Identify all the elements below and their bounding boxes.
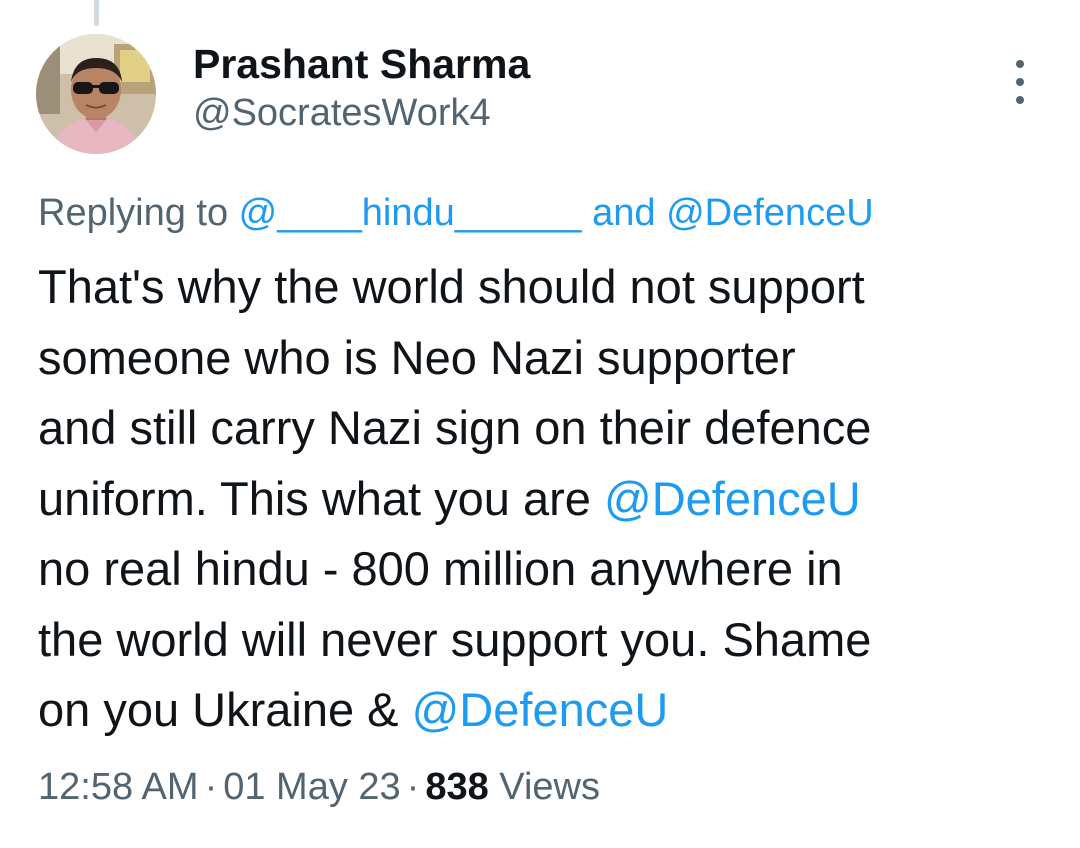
avatar-photo — [36, 34, 156, 154]
replying-to-label: Replying to — [38, 192, 239, 234]
views-count: 838 — [425, 766, 489, 808]
avatar[interactable] — [36, 34, 156, 154]
reply-joiner: and — [581, 192, 667, 234]
reply-mention-hindu[interactable]: @____hindu______ — [239, 192, 582, 234]
tweet-date[interactable]: 01 May 23 — [223, 766, 400, 808]
meta-separator: · — [204, 766, 218, 808]
tweet-mention-defenceu-2[interactable]: @DefenceU — [412, 683, 669, 736]
more-vertical-icon — [1016, 60, 1024, 68]
tweet-text: That's why the world should not support … — [38, 252, 1048, 746]
author-handle[interactable]: @SocratesWork4 — [193, 90, 530, 136]
views-label: Views — [499, 766, 600, 808]
tweet-time[interactable]: 12:58 AM — [38, 766, 199, 808]
more-vertical-icon-dot — [1016, 78, 1024, 86]
tweet-mention-defenceu-1[interactable]: @DefenceU — [604, 472, 861, 525]
more-vertical-icon-dot — [1016, 96, 1024, 104]
reply-mention-defenceu[interactable]: @DefenceU — [666, 192, 874, 234]
more-options-button[interactable] — [1004, 60, 1036, 104]
meta-separator: · — [406, 766, 420, 808]
thread-connector-line — [94, 0, 99, 26]
author-display-name[interactable]: Prashant Sharma — [193, 38, 530, 90]
replying-to-line: Replying to @____hindu______ and @Defenc… — [38, 188, 874, 238]
tweet-author: Prashant Sharma @SocratesWork4 — [193, 38, 530, 136]
tweet-meta: 12:58 AM · 01 May 23 · 838 Views — [38, 762, 600, 812]
